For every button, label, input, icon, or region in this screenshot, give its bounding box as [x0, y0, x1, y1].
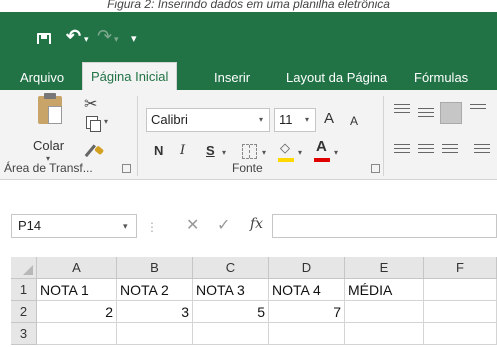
copy-icon[interactable] [86, 116, 101, 132]
bold-button[interactable]: N [154, 142, 163, 160]
font-size-value: 11 [279, 112, 293, 127]
undo-icon[interactable]: ↶ [66, 27, 81, 45]
font-name-dropdown-icon[interactable]: ▾ [259, 109, 263, 131]
formula-bar-grip: ⋮ [146, 220, 158, 234]
cell-d2[interactable]: 7 [269, 301, 345, 323]
cell-a1[interactable]: NOTA 1 [37, 279, 117, 301]
underline-button[interactable]: S [206, 142, 215, 160]
format-painter-icon[interactable] [84, 144, 102, 162]
ribbon: Colar ▾ ✂ ▾ Área de Transf... Calibri ▾ … [0, 90, 497, 180]
shrink-font-button[interactable]: A [350, 112, 358, 130]
decrease-indent-icon[interactable] [474, 144, 490, 156]
tab-inserir[interactable]: Inserir [206, 66, 258, 90]
formula-input[interactable] [272, 214, 497, 238]
column-header[interactable]: B [117, 257, 193, 279]
align-bottom-icon[interactable] [440, 102, 462, 124]
tab-arquivo[interactable]: Arquivo [12, 66, 72, 90]
cell-e1[interactable]: MÉDIA [345, 279, 424, 301]
cell-e3[interactable] [345, 323, 424, 345]
column-header[interactable]: F [424, 257, 497, 279]
font-name-value: Calibri [151, 112, 188, 127]
row-header[interactable]: 1 [11, 279, 37, 301]
font-launcher-icon[interactable] [371, 164, 380, 173]
group-divider [137, 96, 138, 176]
cut-icon[interactable]: ✂ [84, 94, 97, 114]
column-header[interactable]: D [269, 257, 345, 279]
paste-icon[interactable] [38, 93, 62, 124]
cell-b1[interactable]: NOTA 2 [117, 279, 193, 301]
italic-button[interactable]: I [180, 142, 185, 160]
quick-access-toolbar: ↶ ▾ ↷ ▾ ▾ [0, 12, 497, 48]
orientation-icon[interactable] [470, 104, 486, 116]
cell-d1[interactable]: NOTA 4 [269, 279, 345, 301]
redo-icon[interactable]: ↷ [97, 27, 112, 45]
column-header[interactable]: E [345, 257, 424, 279]
column-header[interactable]: A [37, 257, 117, 279]
group-divider [383, 96, 384, 176]
font-size-select[interactable]: 11 ▾ [274, 108, 316, 132]
ribbon-tabs: Arquivo Página Inicial Inserir Layout da… [0, 44, 497, 90]
font-group-label: Fonte [232, 161, 263, 175]
grow-font-button[interactable]: A [324, 110, 334, 128]
figure-caption: Figura 2: Inserindo dados em uma planilh… [107, 0, 390, 11]
align-left-icon[interactable] [394, 144, 410, 156]
fill-color-icon[interactable]: ◇ [280, 140, 290, 156]
name-box[interactable]: P14 [11, 214, 137, 238]
cell-f1[interactable] [424, 279, 497, 301]
name-box-dropdown-icon[interactable]: ▾ [123, 214, 128, 238]
tab-pagina-inicial[interactable]: Página Inicial [82, 62, 178, 90]
align-right-icon[interactable] [442, 144, 458, 156]
cancel-icon[interactable]: ✕ [186, 215, 199, 235]
column-header[interactable]: C [193, 257, 269, 279]
select-all-corner[interactable] [11, 257, 37, 279]
align-top-icon[interactable] [394, 104, 410, 116]
font-name-select[interactable]: Calibri ▾ [146, 108, 270, 132]
borders-icon[interactable] [242, 144, 257, 159]
cell-b2[interactable]: 3 [117, 301, 193, 323]
borders-dropdown-icon[interactable]: ▾ [262, 148, 266, 157]
row-header[interactable]: 3 [11, 323, 37, 345]
clipboard-group-label: Área de Transf... [4, 161, 93, 175]
cell-f3[interactable] [424, 323, 497, 345]
font-color-button[interactable]: A [316, 138, 327, 155]
formula-bar: P14 ▾ ⋮ ✕ ✓ fx [0, 180, 497, 250]
enter-icon[interactable]: ✓ [217, 215, 230, 235]
cell-a3[interactable] [37, 323, 117, 345]
clipboard-launcher-icon[interactable] [122, 164, 131, 173]
worksheet-grid: A B C D E F 1 NOTA 1 NOTA 2 NOTA 3 NOTA … [0, 257, 497, 347]
fill-color-dropdown-icon[interactable]: ▾ [298, 148, 302, 157]
cell-e2[interactable] [345, 301, 424, 323]
font-size-dropdown-icon[interactable]: ▾ [305, 109, 309, 131]
font-color-swatch [314, 158, 330, 162]
cell-c2[interactable]: 5 [193, 301, 269, 323]
align-center-icon[interactable] [418, 144, 434, 156]
align-middle-icon[interactable] [418, 108, 434, 120]
row-header[interactable]: 2 [11, 301, 37, 323]
underline-dropdown-icon[interactable]: ▾ [222, 148, 226, 157]
cell-a2[interactable]: 2 [37, 301, 117, 323]
paste-button[interactable]: Colar [33, 138, 64, 153]
tab-formulas[interactable]: Fórmulas [406, 66, 476, 90]
copy-dropdown-icon[interactable]: ▾ [104, 117, 108, 126]
cell-c1[interactable]: NOTA 3 [193, 279, 269, 301]
cell-d3[interactable] [269, 323, 345, 345]
tab-layout-da-pagina[interactable]: Layout da Página [278, 66, 395, 90]
fill-color-swatch [278, 158, 294, 162]
cell-f2[interactable] [424, 301, 497, 323]
cell-c3[interactable] [193, 323, 269, 345]
insert-function-icon[interactable]: fx [250, 216, 263, 232]
cell-b3[interactable] [117, 323, 193, 345]
font-color-dropdown-icon[interactable]: ▾ [334, 148, 338, 157]
